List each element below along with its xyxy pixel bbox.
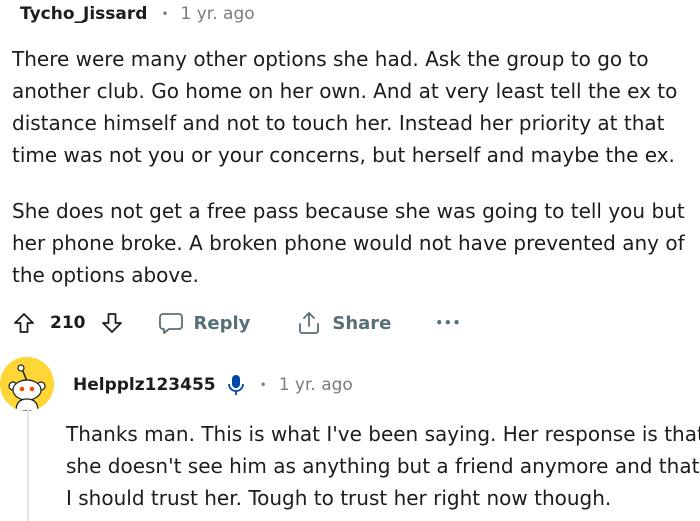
reply-label: Reply [193, 312, 251, 334]
reply-timestamp[interactable]: 1 yr. ago [279, 375, 353, 395]
arrow-down-outline-icon [101, 313, 122, 333]
arrow-up-outline-icon [14, 313, 34, 333]
comment-line: the options above. [12, 263, 199, 287]
comment-paragraph-1: There were many other options she had. A… [12, 43, 685, 171]
downvote-button[interactable] [100, 311, 124, 335]
comment-username[interactable]: Tycho_Jissard [20, 4, 147, 24]
comment-line: time was not you or your concerns, but h… [12, 143, 675, 167]
reply-button[interactable]: Reply [158, 311, 251, 335]
meta-separator: • [161, 7, 169, 21]
share-label: Share [332, 312, 392, 334]
microphone-icon [227, 375, 244, 395]
vote-count: 210 [50, 313, 86, 333]
comment-line: another club. Go home on her own. And at… [12, 79, 678, 103]
comment-paragraph-2: She does not get a free pass because she… [12, 195, 685, 291]
comment-timestamp[interactable]: 1 yr. ago [181, 4, 255, 24]
comment-body: There were many other options she had. A… [12, 43, 685, 291]
upvote-button[interactable] [12, 311, 36, 335]
comment-line: There were many other options she had. A… [12, 47, 649, 71]
speech-bubble-icon [158, 313, 183, 334]
avatar[interactable] [0, 357, 54, 411]
reply-line: she doesn't see him as anything but a fr… [66, 454, 700, 478]
comment-line: her phone broke. A broken phone would no… [12, 231, 685, 255]
comment-line: distance himself and not to touch her. I… [12, 111, 665, 135]
share-button[interactable]: Share [296, 310, 391, 336]
reply-line: Thanks man. This is what I've been sayin… [66, 422, 700, 446]
thread-line[interactable] [27, 410, 29, 521]
comment-line: She does not get a free pass because she… [12, 199, 685, 223]
more-options-button[interactable]: ••• [435, 316, 461, 330]
reply-body: Thanks man. This is what I've been sayin… [66, 418, 700, 514]
comment-header: Tycho_Jissard • 1 yr. ago [20, 2, 255, 26]
comment-action-bar: 210 Reply Share ••• [12, 308, 461, 338]
more-options-icon: ••• [435, 316, 462, 330]
reply-line: I should trust her. Tough to trust her r… [66, 486, 612, 510]
reply-header: Helpplz123455 • 1 yr. ago [73, 372, 353, 398]
snoo-avatar-icon [0, 357, 54, 411]
reply-username[interactable]: Helpplz123455 [73, 375, 216, 395]
share-upload-icon [299, 312, 320, 334]
meta-separator: • [259, 378, 267, 392]
